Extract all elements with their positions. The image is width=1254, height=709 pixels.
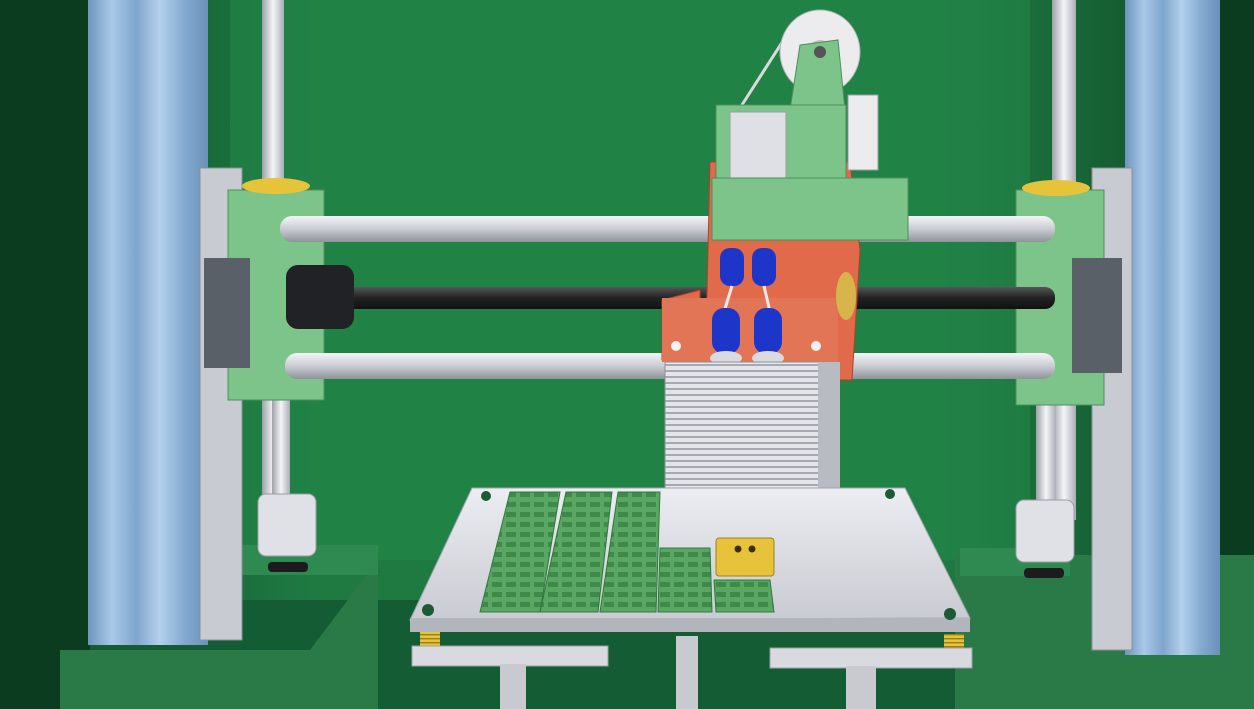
left-thumb-nut: [242, 178, 310, 194]
right-thumb-nut: [1022, 180, 1090, 196]
right-blue-rail: [1125, 0, 1220, 655]
printer-scene: [0, 0, 1254, 709]
right-y-bracket-plate: [1072, 258, 1122, 373]
x-carriage-plate: [662, 298, 838, 362]
carriage-bolt-2: [811, 341, 821, 351]
x-rod-top: [280, 216, 1055, 242]
motor-coupler: [286, 265, 354, 329]
left-blue-rail: [88, 0, 208, 645]
nozzle-upper-left: [720, 248, 744, 286]
bed-screw-front-left: [422, 604, 434, 616]
right-base-foot: [1024, 568, 1064, 578]
bed-carrier-right: [769, 647, 973, 669]
spool-axle: [814, 46, 826, 58]
extruder-carriage-top: [711, 177, 909, 241]
sensor-hole-left: [734, 545, 742, 553]
board-4: [657, 547, 713, 613]
right-coupler: [1015, 499, 1075, 563]
bed-edge: [410, 618, 970, 632]
nozzle-upper-right: [752, 248, 776, 286]
bed-screw-back-left: [481, 491, 491, 501]
y-rail-center: [676, 636, 698, 709]
nozzle-lower-left: [712, 308, 740, 354]
carriage-bolt-1: [671, 341, 681, 351]
sensor-hole-right: [748, 545, 756, 553]
board-5: [713, 579, 775, 613]
left-y-bracket-plate: [204, 258, 250, 368]
left-base-foot: [268, 562, 308, 572]
bed-carrier-left: [411, 645, 609, 667]
bed-screw-front-right: [944, 608, 956, 620]
y-rail-left: [500, 664, 526, 709]
x-belt-pulley: [836, 272, 856, 320]
y-rail-right: [846, 666, 876, 709]
bed-screw-back-right: [885, 489, 895, 499]
left-coupler: [257, 493, 317, 557]
left-frame-shadow: [0, 0, 90, 709]
yellow-sensor-block: [715, 537, 775, 577]
nozzle-lower-right: [754, 308, 782, 354]
extruder-motor: [847, 94, 879, 171]
